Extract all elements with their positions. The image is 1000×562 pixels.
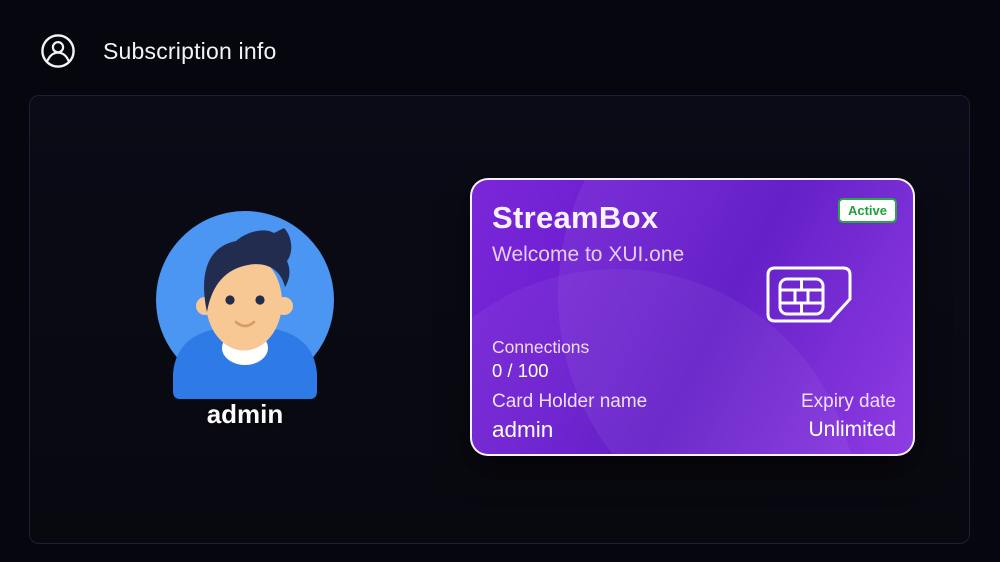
sim-card-icon xyxy=(765,265,853,324)
card-holder-label: Card Holder name xyxy=(492,391,647,413)
page-title: Subscription info xyxy=(103,33,276,69)
avatar xyxy=(150,208,340,403)
profile-name: admin xyxy=(150,399,340,430)
status-badge: Active xyxy=(838,198,897,223)
card-subtitle: Welcome to XUI.one xyxy=(492,243,684,267)
card-holder-value: admin xyxy=(492,417,553,443)
expiry-date-label: Expiry date xyxy=(801,391,896,413)
user-circle-icon xyxy=(40,33,76,69)
subscription-card[interactable]: StreamBox Welcome to XUI.one Active Conn… xyxy=(470,178,915,456)
subscription-info-screen: Subscription info admin xyxy=(0,0,1000,562)
expiry-date-value: Unlimited xyxy=(808,418,896,442)
card-title: StreamBox xyxy=(492,200,658,236)
connections-value: 0 / 100 xyxy=(492,360,549,382)
connections-label: Connections xyxy=(492,337,589,358)
